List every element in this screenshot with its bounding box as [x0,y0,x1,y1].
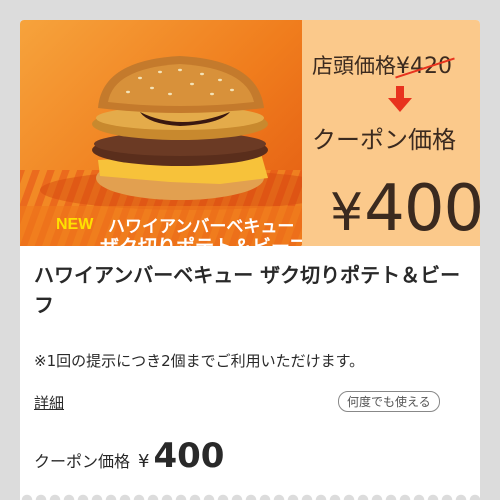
coupon-big-price-value: 400 [364,172,480,246]
coupon-big-price: ¥400 [330,172,480,246]
bottom-coupon-price: クーポン価格 ¥400 [34,436,224,476]
store-price: 店頭価格¥420 [312,50,452,80]
store-price-value: ¥420 [396,54,452,79]
coupon-hero: NEW ハワイアンバーベキュー ザク切りポテト＆ビーフ 店頭価格¥420 クーポ… [20,20,480,246]
perforation-edge [20,486,480,500]
bottom-price-value: 400 [153,436,225,476]
arrow-down-icon [388,86,412,112]
banner-product-line2: ザク切りポテト＆ビーフ [100,232,302,246]
coupon-card[interactable]: NEW ハワイアンバーベキュー ザク切りポテト＆ビーフ 店頭価格¥420 クーポ… [20,20,480,500]
reuse-badge: 何度でも使える [338,391,440,412]
details-link[interactable]: 詳細 [34,392,64,413]
bottom-price-label: クーポン価格 [34,452,131,471]
coupon-big-price-yen: ¥ [330,183,363,243]
coupon-title: ハワイアンバーベキュー ザク切りポテト＆ビーフ [34,263,461,317]
store-price-label: 店頭価格 [312,54,396,78]
bottom-price-yen: ¥ [138,451,150,472]
new-badge: NEW [56,216,94,233]
price-panel: 店頭価格¥420 クーポン価格 ¥400 [302,20,480,246]
burger-image: NEW ハワイアンバーベキュー ザク切りポテト＆ビーフ [20,20,302,246]
coupon-price-label: クーポン価格 [312,126,456,154]
usage-note: ※1回の提示につき2個までご利用いただけます。 [34,352,365,370]
